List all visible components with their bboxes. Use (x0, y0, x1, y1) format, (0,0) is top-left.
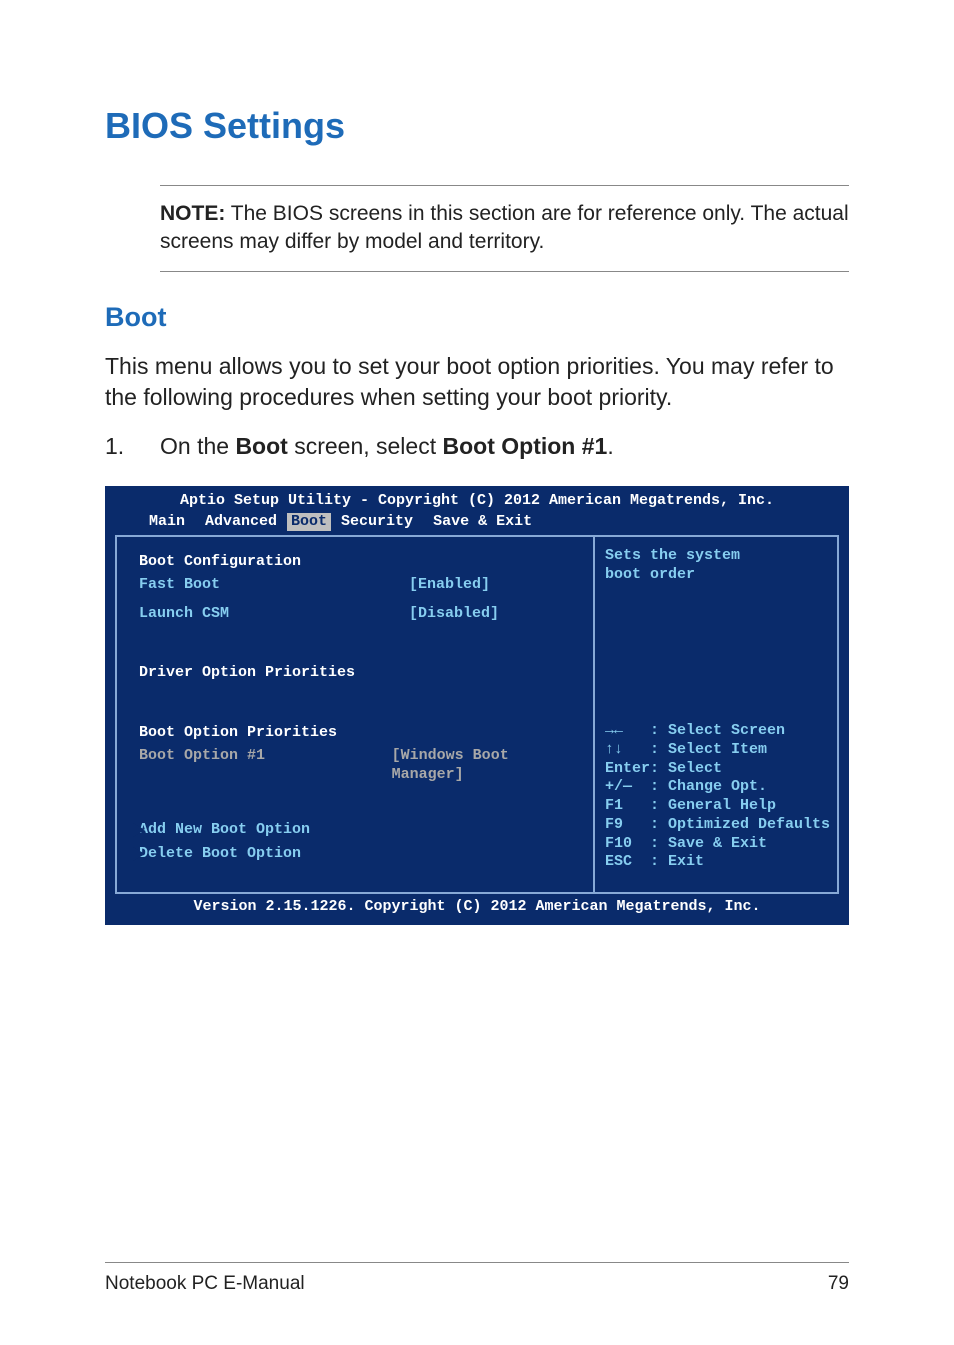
bios-footer-bar: Version 2.15.1226. Copyright (C) 2012 Am… (107, 896, 847, 923)
bios-tab-save-exit[interactable]: Save & Exit (423, 513, 542, 532)
chevron-right-icon (133, 823, 145, 837)
help-select-screen: →← : Select Screen (605, 722, 827, 741)
help-change-opt: +/— : Change Opt. (605, 778, 827, 797)
help-f1: F1 : General Help (605, 797, 827, 816)
bios-help-description: Sets the system boot order (605, 547, 827, 585)
bios-left-pane: Boot Configuration Fast Boot [Enabled] L… (115, 535, 593, 894)
boot-config-heading: Boot Configuration (139, 553, 577, 572)
help-enter: Enter: Select (605, 760, 827, 779)
chevron-right-icon (133, 847, 145, 861)
delete-boot-label: Delete Boot Option (139, 845, 301, 862)
help-f10: F10 : Save & Exit (605, 835, 827, 854)
page-title: BIOS Settings (105, 105, 849, 147)
footer-page-number: 79 (828, 1273, 849, 1295)
launch-csm-row[interactable]: Launch CSM [Disabled] (139, 605, 577, 624)
bios-tab-boot[interactable]: Boot (287, 513, 331, 532)
bios-body: Boot Configuration Fast Boot [Enabled] L… (115, 535, 839, 894)
bios-help-keys: →← : Select Screen ↑↓ : Select Item Ente… (605, 722, 827, 882)
fast-boot-value: [Enabled] (409, 576, 490, 595)
help-esc: ESC : Exit (605, 853, 827, 872)
footer-left-text: Notebook PC E-Manual (105, 1273, 305, 1295)
section-title-boot: Boot (105, 302, 849, 333)
step-body: On the Boot screen, select Boot Option #… (160, 431, 614, 462)
step-1: 1. On the Boot screen, select Boot Optio… (105, 431, 849, 462)
bios-tab-advanced[interactable]: Advanced (195, 513, 287, 532)
launch-csm-label: Launch CSM (139, 605, 409, 624)
boot-option-1-row[interactable]: Boot Option #1 [Windows Boot Manager] (139, 747, 577, 785)
add-new-boot-row[interactable]: Add New Boot Option (139, 821, 577, 840)
page-footer: Notebook PC E-Manual 79 (105, 1262, 849, 1295)
step-mid: screen, select (288, 433, 443, 459)
step-opt-word: Boot Option #1 (443, 433, 608, 459)
note-text: The BIOS screens in this section are for… (160, 202, 849, 253)
bios-tabs: Main Advanced Boot Security Save & Exit (107, 513, 847, 536)
delete-boot-row[interactable]: Delete Boot Option (139, 845, 577, 864)
help-select-item: ↑↓ : Select Item (605, 741, 827, 760)
bios-right-pane: Sets the system boot order →← : Select S… (593, 535, 839, 894)
driver-priorities-heading: Driver Option Priorities (139, 664, 577, 683)
note-label: NOTE: (160, 202, 225, 225)
step-post: . (607, 433, 613, 459)
step-boot-word: Boot (235, 433, 287, 459)
bios-screen: Aptio Setup Utility - Copyright (C) 2012… (105, 486, 849, 925)
fast-boot-row[interactable]: Fast Boot [Enabled] (139, 576, 577, 595)
boot-option-1-label: Boot Option #1 (139, 747, 392, 785)
bios-tab-main[interactable]: Main (139, 513, 195, 532)
add-new-boot-label: Add New Boot Option (139, 821, 310, 838)
launch-csm-value: [Disabled] (409, 605, 499, 624)
bios-title-bar: Aptio Setup Utility - Copyright (C) 2012… (107, 488, 847, 513)
step-number: 1. (105, 431, 160, 462)
help-f9: F9 : Optimized Defaults (605, 816, 827, 835)
intro-paragraph: This menu allows you to set your boot op… (105, 351, 849, 413)
bios-tab-security[interactable]: Security (331, 513, 423, 532)
boot-option-1-value: [Windows Boot Manager] (392, 747, 577, 785)
fast-boot-label: Fast Boot (139, 576, 409, 595)
boot-priorities-heading: Boot Option Priorities (139, 724, 577, 743)
step-pre: On the (160, 433, 235, 459)
note-block: NOTE: The BIOS screens in this section a… (160, 185, 849, 272)
